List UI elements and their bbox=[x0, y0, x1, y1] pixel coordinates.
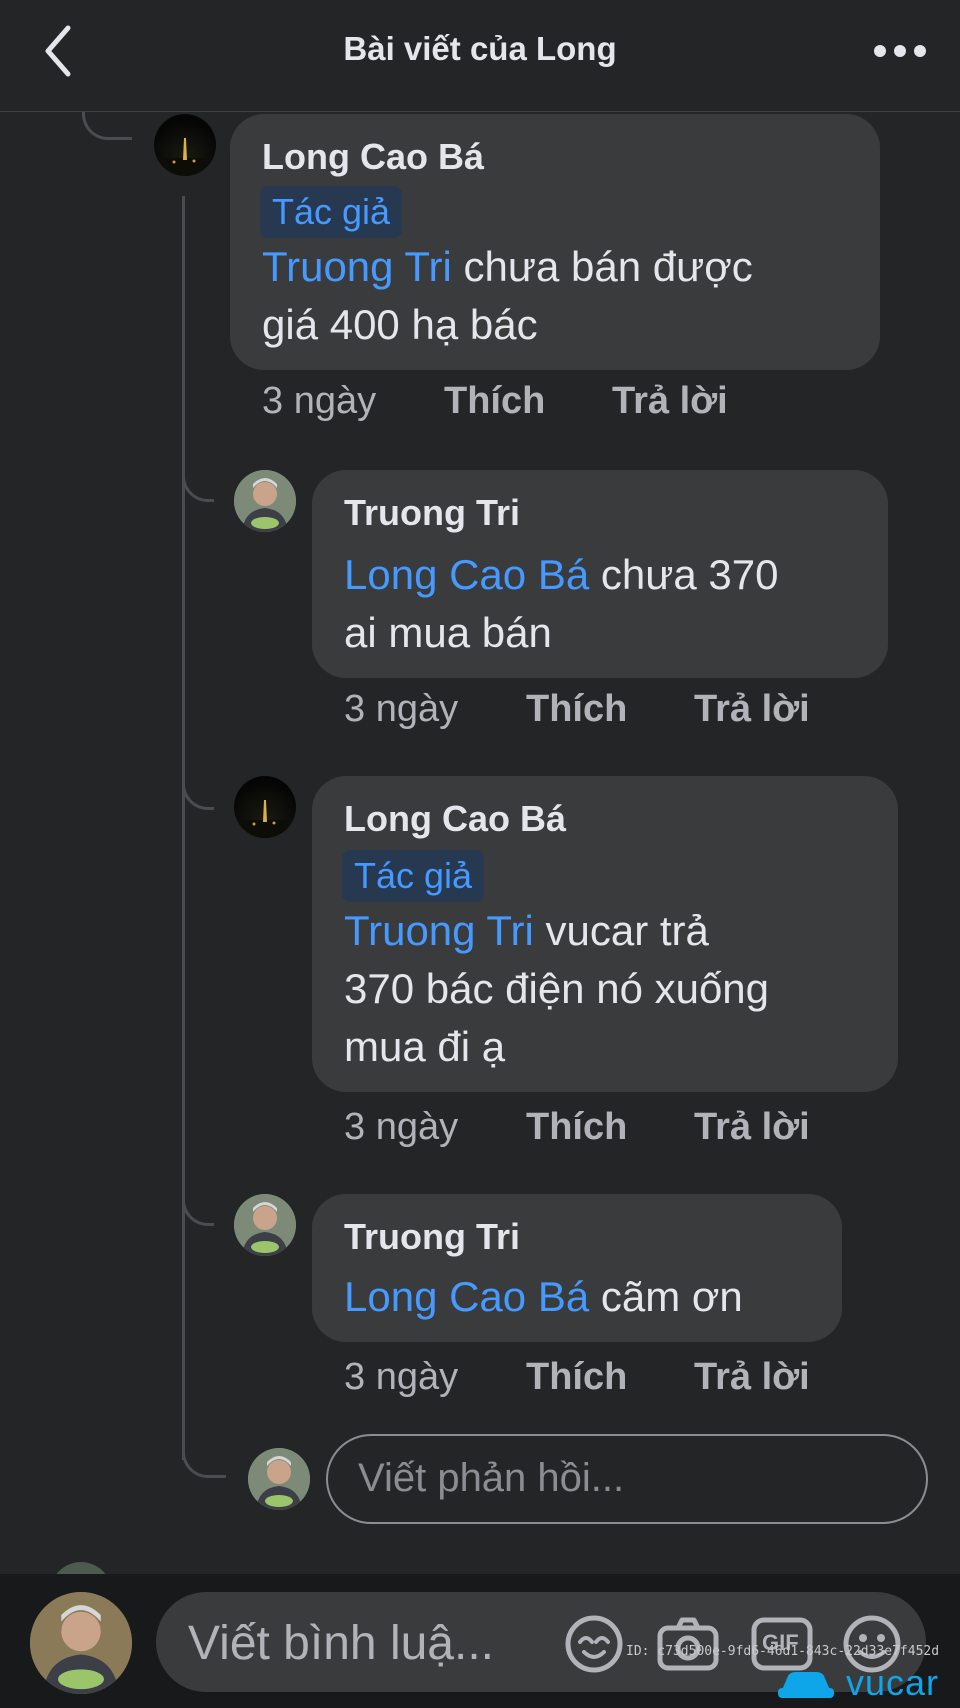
comment-text: Truong Tri chưa bán được giá 400 hạ bác bbox=[262, 238, 753, 354]
comment-text-rest: cãm ơn bbox=[589, 1273, 743, 1320]
comment-actions: 3 ngày Thích Trả lời bbox=[262, 380, 822, 430]
comment-text-line: giá 400 hạ bác bbox=[262, 301, 538, 348]
thread-branch-1 bbox=[182, 456, 214, 502]
like-button[interactable]: Thích bbox=[526, 1106, 627, 1149]
comment-bubble: Truong Tri Long Cao Bá chưa 370 ai mua b… bbox=[312, 470, 888, 678]
author-badge: Tác giả bbox=[342, 850, 485, 902]
thread-branch-2 bbox=[182, 760, 214, 810]
header: Bài viết của Long bbox=[0, 0, 960, 112]
reply-button[interactable]: Trả lời bbox=[694, 1356, 810, 1399]
avatar[interactable] bbox=[234, 470, 296, 532]
like-button[interactable]: Thích bbox=[526, 1356, 627, 1399]
person-avatar-icon bbox=[248, 1448, 310, 1510]
comment-time: 3 ngày bbox=[262, 380, 377, 422]
comment-bubble: Long Cao Bá Tác giả Truong Tri vucar trả… bbox=[312, 776, 898, 1092]
reply-input[interactable]: Viết phản hồi... bbox=[326, 1434, 928, 1524]
avatar[interactable] bbox=[154, 114, 216, 176]
comment-text-line: 370 bác điện nó xuống bbox=[344, 965, 770, 1012]
current-user-avatar bbox=[248, 1448, 310, 1510]
comment-actions: 3 ngày Thích Trả lời bbox=[344, 1356, 904, 1406]
comment-input-placeholder: Viết bình luậ... bbox=[188, 1617, 494, 1670]
comment-actions: 3 ngày Thích Trả lời bbox=[344, 1106, 904, 1156]
person-avatar-icon bbox=[234, 470, 296, 532]
comment-bubble: Truong Tri Long Cao Bá cãm ơn bbox=[312, 1194, 842, 1342]
night-city-avatar-icon bbox=[154, 138, 216, 176]
comment-actions: 3 ngày Thích Trả lời bbox=[344, 688, 904, 738]
thread-branch-3 bbox=[182, 1180, 214, 1226]
comment-thread-page: Bài viết của Long Long Cao Bá Tác giả Tr… bbox=[0, 0, 960, 1708]
reply-button[interactable]: Trả lời bbox=[694, 1106, 810, 1149]
reply-button[interactable]: Trả lời bbox=[694, 688, 810, 731]
thread-line-main bbox=[182, 196, 185, 1460]
comment-time: 3 ngày bbox=[344, 1356, 459, 1398]
more-options-button[interactable] bbox=[868, 34, 932, 68]
thread-branch-4 bbox=[182, 1432, 226, 1478]
comment-text-line: mua đi ạ bbox=[344, 1023, 506, 1070]
comment-time: 3 ngày bbox=[344, 1106, 459, 1148]
mention-link[interactable]: Long Cao Bá bbox=[344, 551, 589, 598]
page-title: Bài viết của Long bbox=[343, 30, 617, 67]
thread-line-top bbox=[82, 112, 132, 140]
comment-text: Truong Tri vucar trả 370 bác điện nó xuố… bbox=[344, 902, 769, 1076]
mention-link[interactable]: Long Cao Bá bbox=[344, 1273, 589, 1320]
comment-text: Long Cao Bá cãm ơn bbox=[344, 1268, 743, 1326]
sticker-icon[interactable] bbox=[562, 1612, 626, 1676]
person-avatar-icon bbox=[234, 1194, 296, 1256]
watermark-id: ID: c73d500e-9fd6-46d1-843c-22d33e7f452d bbox=[626, 1644, 940, 1659]
comment-author[interactable]: Truong Tri bbox=[344, 492, 520, 534]
mention-link[interactable]: Truong Tri bbox=[262, 243, 452, 290]
more-horizontal-icon bbox=[874, 45, 926, 57]
author-badge: Tác giả bbox=[260, 186, 403, 238]
avatar[interactable] bbox=[234, 1194, 296, 1256]
like-button[interactable]: Thích bbox=[444, 380, 545, 423]
reply-button[interactable]: Trả lời bbox=[612, 380, 728, 423]
car-logo-icon bbox=[778, 1672, 834, 1698]
comment-text-rest: vucar trả bbox=[533, 907, 709, 954]
night-city-avatar-icon bbox=[234, 800, 296, 838]
comment-text-line: ai mua bán bbox=[344, 609, 552, 656]
comment-bubble: Long Cao Bá Tác giả Truong Tri chưa bán … bbox=[230, 114, 880, 370]
person-avatar-icon bbox=[30, 1592, 132, 1694]
reply-input-placeholder: Viết phản hồi... bbox=[358, 1456, 625, 1500]
comment-text-rest: chưa bán được bbox=[451, 243, 753, 290]
comment-author[interactable]: Truong Tri bbox=[344, 1216, 520, 1258]
current-user-avatar bbox=[30, 1592, 132, 1694]
mention-link[interactable]: Truong Tri bbox=[344, 907, 534, 954]
comment-text: Long Cao Bá chưa 370 ai mua bán bbox=[344, 546, 778, 662]
like-button[interactable]: Thích bbox=[526, 688, 627, 731]
comment-author[interactable]: Long Cao Bá bbox=[344, 798, 566, 840]
comment-author[interactable]: Long Cao Bá bbox=[262, 136, 484, 178]
vucar-wordmark: vucar bbox=[846, 1662, 940, 1703]
avatar[interactable] bbox=[234, 776, 296, 838]
comment-time: 3 ngày bbox=[344, 688, 459, 730]
comment-text-rest: chưa 370 bbox=[589, 551, 779, 598]
